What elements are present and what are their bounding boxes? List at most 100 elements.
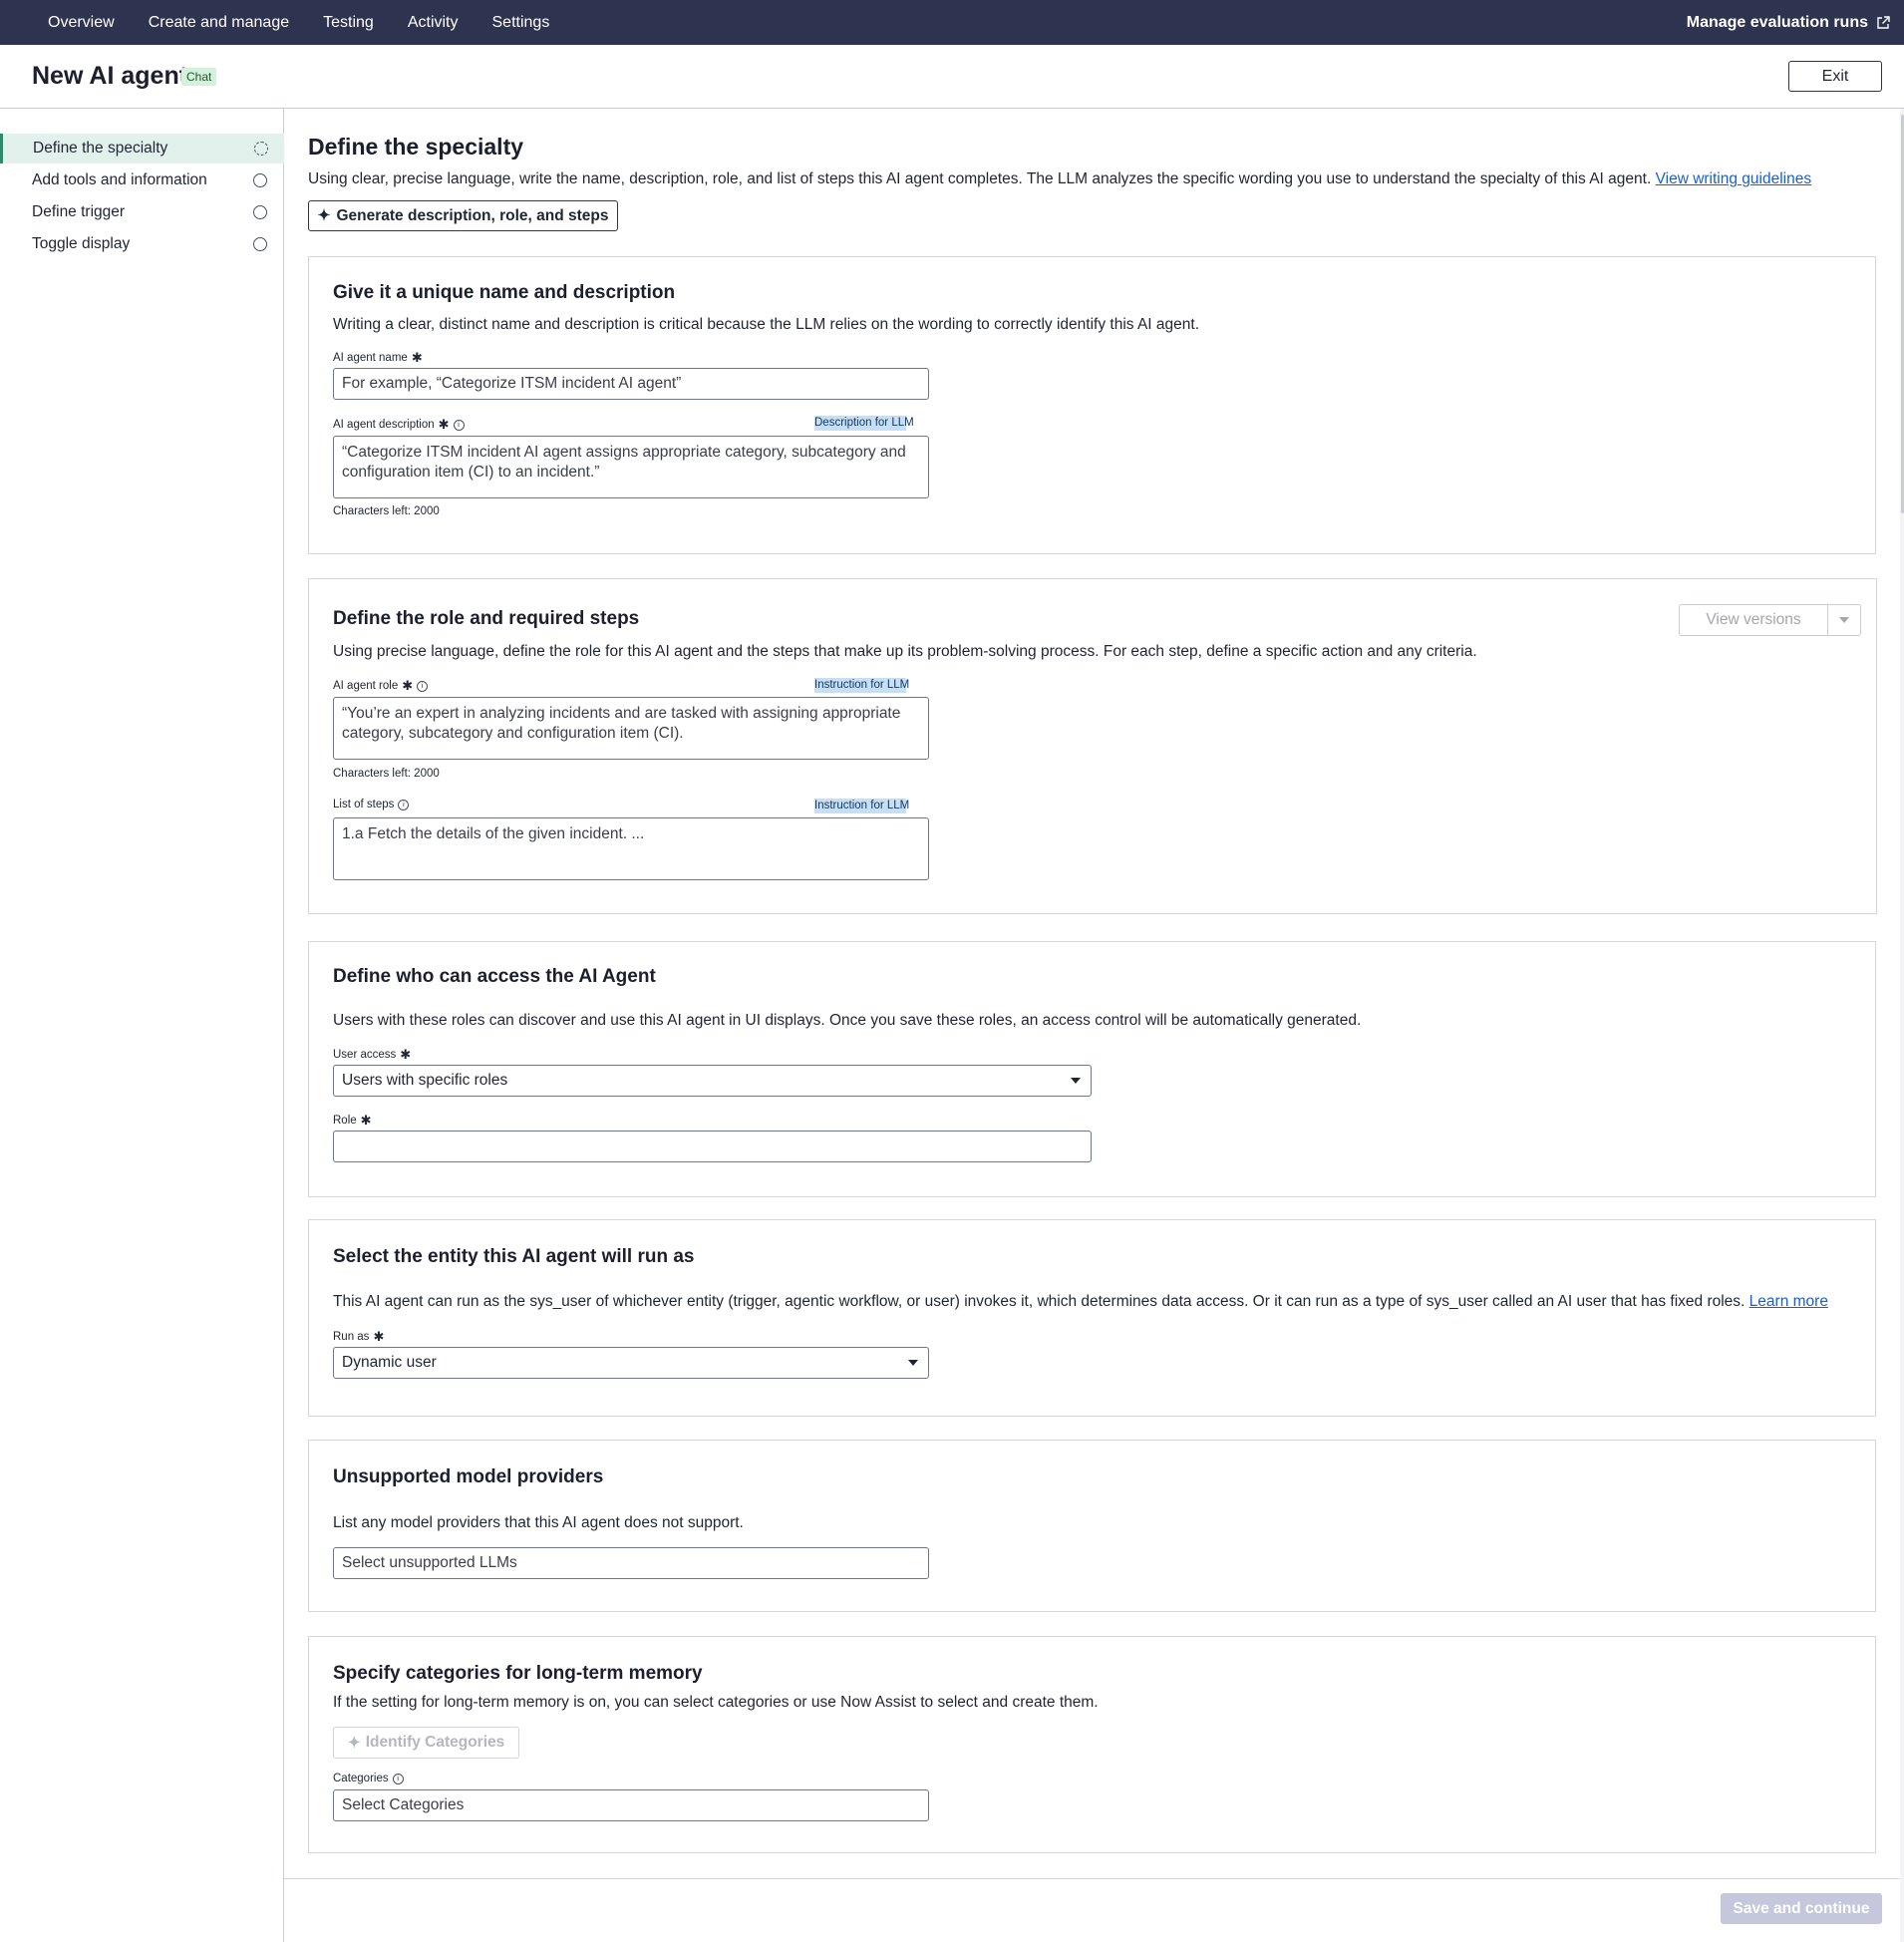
asterisk-icon: ✱ [373,1329,385,1344]
sparkle-icon: ✦ [347,1734,361,1752]
long-term-memory-card: Specify categories for long-term memory … [308,1636,1876,1853]
card-description-body: This AI agent can run as the sys_user of… [333,1293,1745,1310]
asterisk-icon: ✱ [400,1047,412,1062]
card-title: Define who can access the AI Agent [333,966,656,987]
unsupported-llms-input[interactable]: Select unsupported LLMs [333,1547,929,1579]
ai-agent-role-label: AI agent role ✱ i [333,678,429,694]
content-divider [283,936,284,1942]
top-nav: Overview Create and manage Testing Activ… [0,0,1904,45]
page-header: New AI agent Chat Exit [0,45,1904,109]
view-versions-split-button[interactable]: View versions [1679,604,1861,636]
sidebar-item-define-trigger[interactable]: Define trigger [2,197,283,227]
step-circle-icon [253,205,267,219]
info-icon[interactable]: i [453,419,465,431]
sidebar-item-label: Define trigger [32,203,126,220]
card-title: Unsupported model providers [333,1466,604,1487]
card-title: Specify categories for long-term memory [333,1663,703,1684]
field-label-text: Role [333,1115,357,1127]
sidebar-item-define-the-specialty[interactable]: Define the specialty [0,134,284,163]
manage-evaluation-runs-link[interactable]: Manage evaluation runs [1687,0,1890,45]
generate-description-label: Generate description, role, and steps [336,206,609,224]
nav-activity[interactable]: Activity [408,14,459,32]
nav-create-and-manage[interactable]: Create and manage [149,14,289,32]
ai-agent-description-textarea[interactable]: “Categorize ITSM incident AI agent assig… [333,436,929,498]
step-circle-icon [253,173,267,187]
section-title: Define the specialty [308,134,524,160]
card-description: Users with these roles can discover and … [333,1012,1362,1029]
generate-description-button[interactable]: ✦ Generate description, role, and steps [308,200,618,231]
role-input[interactable] [333,1131,1092,1162]
chat-badge: Chat [181,68,217,86]
intro-text: Using clear, precise language, write the… [308,170,1811,188]
asterisk-icon: ✱ [402,678,414,693]
run-as-select[interactable]: Dynamic user [333,1347,929,1379]
view-versions-button[interactable]: View versions [1680,605,1828,635]
list-of-steps-label: List of steps i [333,799,410,810]
ai-agent-name-input[interactable]: For example, “Categorize ITSM incident A… [333,368,929,400]
ai-agent-description-label: AI agent description ✱ i [333,417,465,433]
identify-categories-button[interactable]: ✦ Identify Categories [333,1727,519,1759]
card-description: This AI agent can run as the sys_user of… [333,1293,1828,1311]
sidebar-item-label: Define the specialty [33,140,168,157]
nav-testing[interactable]: Testing [323,14,374,32]
sparkle-icon: ✦ [317,207,331,224]
chevron-down-icon [1071,1078,1081,1084]
sidebar-item-add-tools-and-information[interactable]: Add tools and information [2,165,283,195]
intro-body: Using clear, precise language, write the… [308,170,1652,187]
info-icon[interactable]: i [392,1773,404,1784]
card-description: List any model providers that this AI ag… [333,1514,744,1531]
nav-overview[interactable]: Overview [48,14,115,32]
asterisk-icon: ✱ [360,1113,372,1128]
card-description: Using precise language, define the role … [333,643,1477,660]
asterisk-icon: ✱ [438,417,450,432]
role-steps-card: Define the role and required steps View … [308,578,1877,914]
footer-divider [284,1878,1904,1879]
card-description: Writing a clear, distinct name and descr… [333,316,1200,333]
step-circle-icon [253,237,267,251]
exit-button[interactable]: Exit [1788,61,1882,92]
categories-label: Categories i [333,1773,404,1784]
external-link-icon [1877,15,1890,29]
list-of-steps-textarea[interactable]: 1.a Fetch the details of the given incid… [333,817,929,880]
card-title: Select the entity this AI agent will run… [333,1246,695,1267]
instruction-for-llm-tag: Instruction for LLM [814,799,910,813]
instruction-for-llm-tag: Instruction for LLM [814,678,910,693]
description-for-llm-tag: Description for LLM [814,416,914,431]
card-description: If the setting for long-term memory is o… [333,1694,1099,1711]
field-label-text: Categories [333,1773,389,1784]
learn-more-link[interactable]: Learn more [1749,1293,1828,1310]
access-card: Define who can access the AI Agent Users… [308,941,1876,1197]
field-label-text: User access [333,1049,397,1061]
ai-agent-role-textarea[interactable]: “You’re an expert in analyzing incidents… [333,697,929,760]
view-writing-guidelines-link[interactable]: View writing guidelines [1656,170,1812,187]
info-icon[interactable]: i [398,799,410,810]
manage-evaluation-runs-label: Manage evaluation runs [1686,13,1868,31]
chevron-down-icon[interactable] [1828,605,1860,635]
characters-left-count: Characters left: 2000 [333,768,440,780]
user-access-label: User access ✱ [333,1047,411,1063]
field-label-text: AI agent description [333,419,435,431]
run-as-value: Dynamic user [342,1354,437,1371]
save-and-continue-button[interactable]: Save and continue [1721,1893,1882,1924]
role-label: Role ✱ [333,1113,372,1129]
page-title: New AI agent [32,62,188,90]
asterisk-icon: ✱ [411,350,423,365]
identify-categories-label: Identify Categories [365,1734,505,1751]
user-access-select[interactable]: Users with specific roles [333,1065,1092,1097]
sidebar-item-toggle-display[interactable]: Toggle display [2,229,283,259]
name-description-card: Give it a unique name and description Wr… [308,256,1876,554]
info-icon[interactable]: i [417,680,429,692]
characters-left-count: Characters left: 2000 [333,505,440,517]
ai-agent-name-label: AI agent name ✱ [333,350,423,366]
nav-settings[interactable]: Settings [492,14,550,32]
run-as-label: Run as ✱ [333,1329,384,1345]
field-label-text: AI agent name [333,352,408,364]
card-title: Define the role and required steps [333,608,640,629]
categories-input[interactable]: Select Categories [333,1789,929,1821]
unsupported-providers-card: Unsupported model providers List any mod… [308,1440,1876,1612]
sidebar: Define the specialty Add tools and infor… [0,109,284,936]
card-title: Give it a unique name and description [333,282,676,303]
run-as-card: Select the entity this AI agent will run… [308,1219,1876,1417]
sidebar-item-label: Toggle display [32,235,131,252]
chevron-down-icon [908,1360,918,1366]
